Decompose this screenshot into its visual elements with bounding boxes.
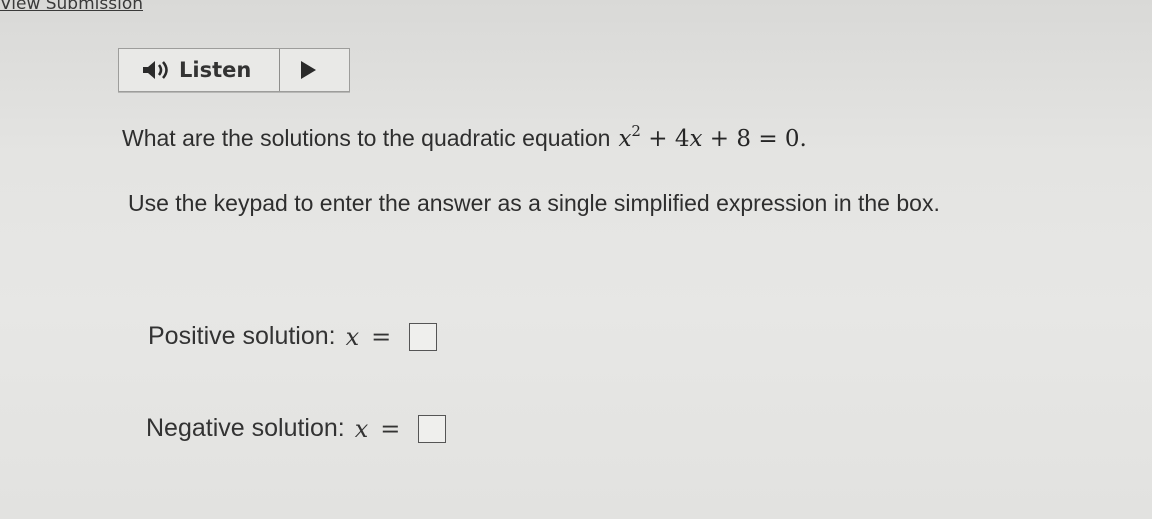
negative-solution-label: Negative solution: <box>146 414 345 442</box>
positive-solution-equals: = <box>371 322 392 351</box>
negative-solution-input[interactable] <box>418 414 447 443</box>
instruction-text: Use the keypad to enter the answer as a … <box>128 190 940 216</box>
positive-solution-input[interactable] <box>409 322 438 351</box>
quadratic-equation: x2 + 4x + 8 = 0. <box>618 122 806 152</box>
speaker-icon <box>143 61 168 79</box>
negative-solution-equals: = <box>380 414 401 443</box>
play-button[interactable] <box>280 49 336 91</box>
question-text: What are the solutions to the quadratic … <box>122 122 807 152</box>
question-prompt: What are the solutions to the quadratic … <box>122 125 611 151</box>
play-icon <box>301 61 316 79</box>
positive-solution-label: Positive solution: <box>148 322 336 350</box>
negative-solution-row: Negative solution: x = <box>146 414 447 443</box>
view-submission-link[interactable]: View Submission <box>0 0 143 14</box>
positive-solution-variable: x <box>345 322 360 351</box>
equation-exponent: 2 <box>631 122 641 140</box>
positive-solution-row: Positive solution: x = <box>148 322 438 351</box>
equation-var-2: x <box>689 126 703 152</box>
read-aloud-toolbar: Listen <box>118 48 350 92</box>
equation-var: x <box>618 126 632 152</box>
equation-term-2: + 8 = 0. <box>702 126 807 152</box>
equation-term-1: + 4 <box>640 126 690 152</box>
listen-button[interactable]: Listen <box>119 49 279 91</box>
listen-label: Listen <box>179 58 252 82</box>
negative-solution-variable: x <box>354 414 369 443</box>
